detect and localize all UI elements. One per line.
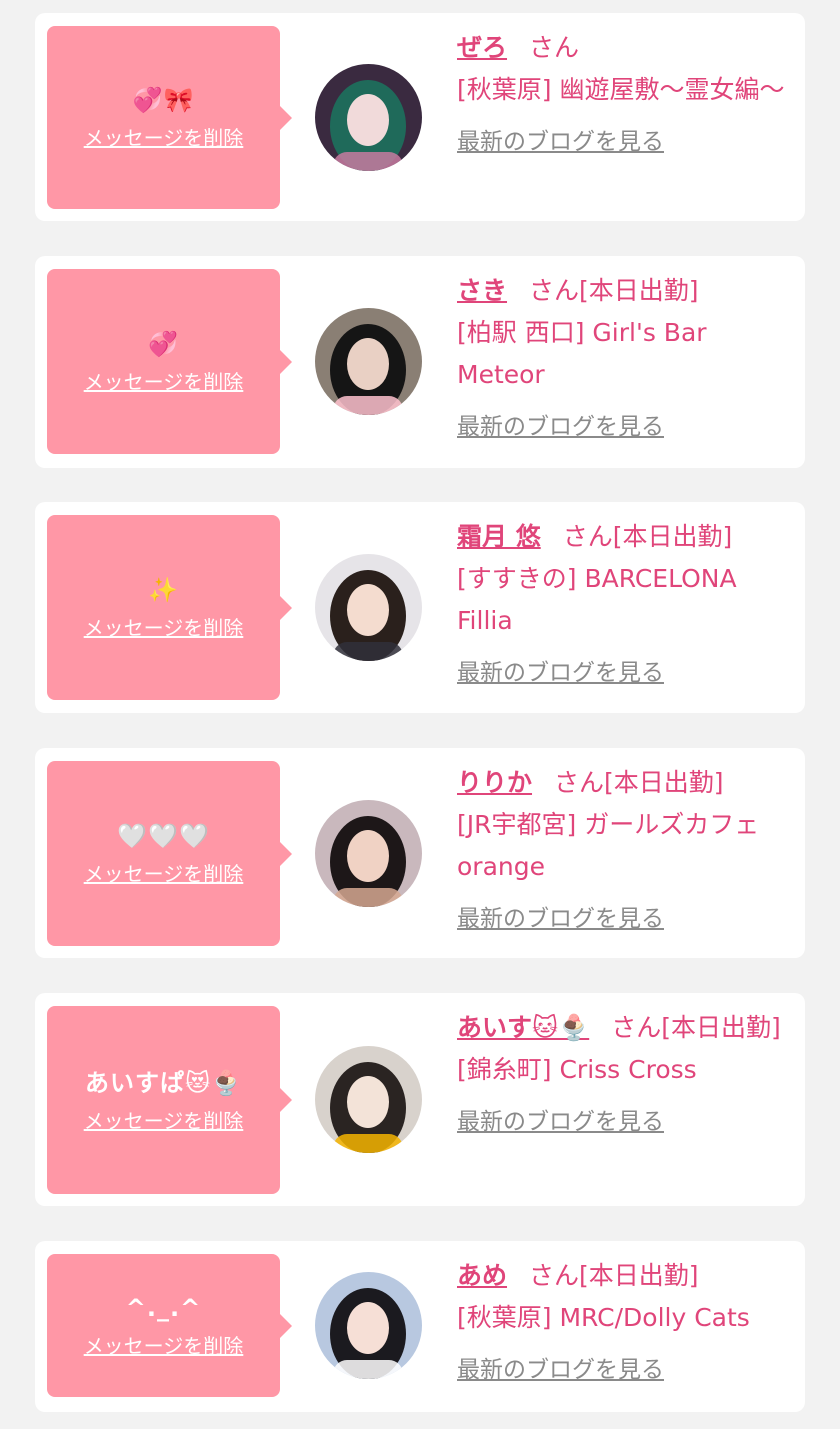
message-bubble: あいすぱ😻🍨 メッセージを削除 [47, 1006, 292, 1194]
cast-info: さき さん[本日出勤] [柏駅 西口] Girl's Bar Meteor 最新の… [457, 270, 793, 448]
bubble-message: あいすぱ😻🍨 [85, 1068, 242, 1097]
cast-info: あいす🐱🍨 さん[本日出勤] [錦糸町] Criss Cross 最新のブログを見… [457, 1007, 793, 1143]
cast-avatar[interactable] [315, 1046, 422, 1153]
latest-blog-link[interactable]: 最新のブログを見る [457, 406, 664, 448]
cast-avatar[interactable] [315, 1272, 422, 1379]
cast-name-link[interactable]: 霜月 悠 [457, 522, 541, 551]
attendance-status: [本日出勤] [579, 1261, 699, 1290]
message-bubble: 💞🎀 メッセージを削除 [47, 26, 292, 209]
latest-blog-link[interactable]: 最新のブログを見る [457, 898, 664, 940]
honorific: さん [611, 1013, 662, 1042]
delete-message-link[interactable]: メッセージを削除 [84, 858, 244, 887]
delete-message-link[interactable]: メッセージを削除 [84, 612, 244, 641]
latest-blog-link[interactable]: 最新のブログを見る [457, 1349, 664, 1391]
cast-name-link[interactable]: ぜろ [457, 33, 507, 62]
attendance-status: [本日出勤] [579, 276, 699, 305]
message-bubble: ✨ メッセージを削除 [47, 515, 292, 700]
favorite-card: 🤍🤍🤍 メッセージを削除 りりか さん[本日出勤] [JR宇都宮] ガールズカフェ… [35, 748, 805, 958]
bubble-message: 💞🎀 [132, 86, 195, 114]
shop-name: [錦糸町] Criss Cross [457, 1055, 697, 1084]
cast-avatar[interactable] [315, 554, 422, 661]
cast-avatar[interactable] [315, 308, 422, 415]
message-bubble: ^._.^ メッセージを削除 [47, 1254, 292, 1397]
honorific: さん [529, 1261, 580, 1290]
honorific: さん [554, 768, 605, 797]
shop-name: [JR宇都宮] ガールズカフェ orange [457, 810, 760, 881]
favorite-card: ^._.^ メッセージを削除 あめ さん[本日出勤] [秋葉原] MRC/Doll… [35, 1241, 805, 1412]
bubble-message: ✨ [148, 576, 179, 604]
shop-name: [柏駅 西口] Girl's Bar Meteor [457, 318, 707, 389]
shop-name: [秋葉原] MRC/Dolly Cats [457, 1303, 750, 1332]
cast-info: 霜月 悠さん[本日出勤] [すすきの] BARCELONA Fillia 最新の… [457, 516, 793, 694]
attendance-status: [本日出勤] [612, 522, 733, 551]
honorific: さん [562, 522, 613, 551]
cast-name-link[interactable]: あいす🐱🍨 [457, 1013, 589, 1042]
honorific: さん [529, 33, 580, 62]
cast-name-link[interactable]: さき [457, 276, 507, 305]
favorite-card: 💞🎀 メッセージを削除 ぜろ さん [秋葉原] 幽遊屋敷〜霊女編〜 最新のブログを… [35, 13, 805, 221]
favorite-card: ✨ メッセージを削除 霜月 悠さん[本日出勤] [すすきの] BARCELONA… [35, 502, 805, 713]
cast-avatar[interactable] [315, 64, 422, 171]
attendance-status: [本日出勤] [661, 1013, 781, 1042]
cast-name-link[interactable]: りりか [457, 768, 532, 797]
message-bubble: 💞 メッセージを削除 [47, 269, 292, 454]
bubble-message: 🤍🤍🤍 [117, 822, 210, 850]
honorific: さん [529, 276, 580, 305]
delete-message-link[interactable]: メッセージを削除 [84, 122, 244, 151]
latest-blog-link[interactable]: 最新のブログを見る [457, 121, 664, 163]
latest-blog-link[interactable]: 最新のブログを見る [457, 1101, 664, 1143]
cast-info: ぜろ さん [秋葉原] 幽遊屋敷〜霊女編〜 最新のブログを見る [457, 27, 793, 163]
latest-blog-link[interactable]: 最新のブログを見る [457, 652, 664, 694]
cast-name-link[interactable]: あめ [457, 1261, 507, 1290]
bubble-message: 💞 [148, 330, 179, 358]
delete-message-link[interactable]: メッセージを削除 [84, 1105, 244, 1134]
shop-name: [すすきの] BARCELONA Fillia [457, 564, 737, 635]
cast-info: あめ さん[本日出勤] [秋葉原] MRC/Dolly Cats 最新のブログを見… [457, 1255, 793, 1391]
favorite-card: あいすぱ😻🍨 メッセージを削除 あいす🐱🍨 さん[本日出勤] [錦糸町] Cris… [35, 993, 805, 1206]
attendance-status: [本日出勤] [604, 768, 724, 797]
message-bubble: 🤍🤍🤍 メッセージを削除 [47, 761, 292, 946]
cast-info: りりか さん[本日出勤] [JR宇都宮] ガールズカフェ orange 最新のブロ… [457, 762, 793, 940]
cast-avatar[interactable] [315, 800, 422, 907]
delete-message-link[interactable]: メッセージを削除 [84, 1330, 244, 1359]
delete-message-link[interactable]: メッセージを削除 [84, 366, 244, 395]
favorite-card: 💞 メッセージを削除 さき さん[本日出勤] [柏駅 西口] Girl's Bar… [35, 256, 805, 468]
shop-name: [秋葉原] 幽遊屋敷〜霊女編〜 [457, 75, 785, 104]
bubble-message: ^._.^ [125, 1294, 202, 1322]
